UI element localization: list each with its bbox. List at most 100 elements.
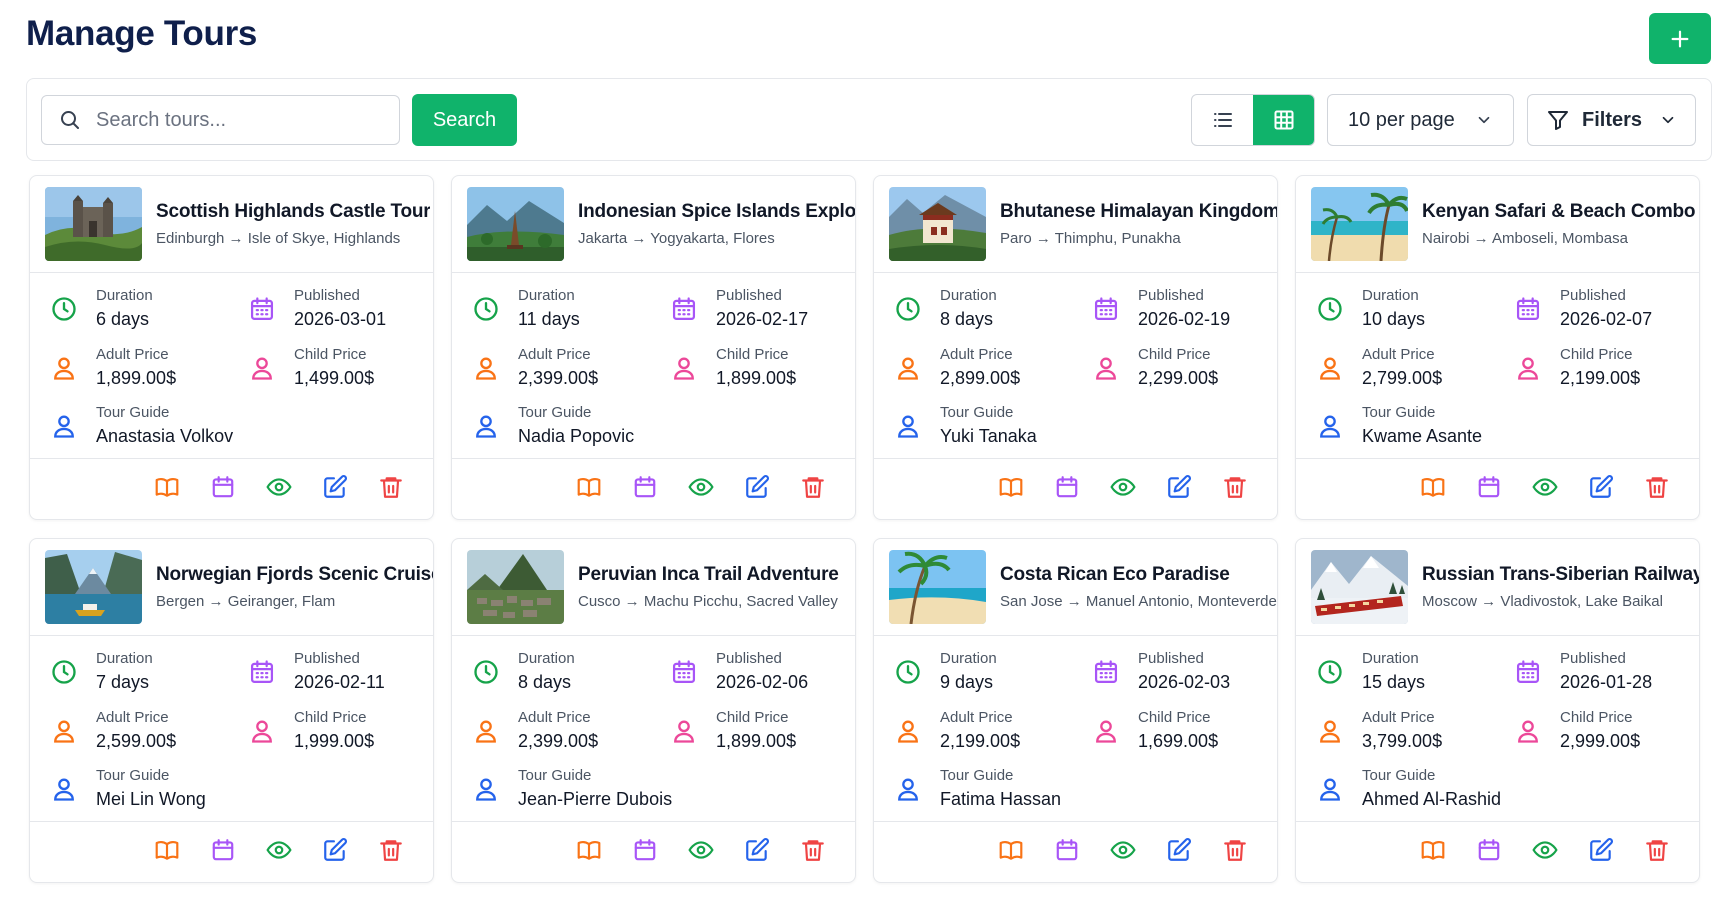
view-button[interactable] [1531, 838, 1559, 866]
tour-title[interactable]: Scottish Highlands Castle Tour [156, 201, 430, 223]
tour-card-details: Duration 8 days Published 2026-02-19 Adult… [874, 273, 1277, 459]
filters-button[interactable]: Filters [1527, 94, 1696, 146]
delete-button[interactable] [799, 838, 827, 866]
delete-button[interactable] [799, 475, 827, 503]
tour-guide-label: Tour Guide [1362, 404, 1436, 421]
view-button[interactable] [1109, 475, 1137, 503]
itinerary-button[interactable] [153, 838, 181, 866]
delete-button[interactable] [377, 475, 405, 503]
child-price-value: 1,899.00$ [716, 731, 797, 751]
tour-title[interactable]: Norwegian Fjords Scenic Cruise [156, 564, 433, 586]
book-open-icon [1420, 474, 1446, 505]
book-open-icon [154, 474, 180, 505]
tour-card-actions [1296, 459, 1699, 519]
published-field: Published 2026-02-17 [670, 287, 808, 330]
tour-card: Norwegian Fjords Scenic Cruise Bergen → … [29, 538, 434, 883]
toolbar: Search 10 per page Filters [26, 78, 1712, 161]
child-price-field: Child Price 2,999.00$ [1514, 709, 1640, 752]
itinerary-button[interactable] [575, 475, 603, 503]
schedule-button[interactable] [1475, 475, 1503, 503]
child-price-field: Child Price 1,899.00$ [670, 709, 796, 752]
duration-field: Duration 8 days [472, 650, 575, 693]
schedule-button[interactable] [1053, 475, 1081, 503]
page-title: Manage Tours [26, 14, 258, 53]
view-button[interactable] [687, 838, 715, 866]
edit-button[interactable] [321, 837, 349, 866]
trash-icon [1222, 837, 1248, 868]
calendar-icon [670, 658, 698, 686]
edit-button[interactable] [321, 474, 349, 503]
tour-title[interactable]: Russian Trans-Siberian Railway [1422, 564, 1699, 586]
schedule-button[interactable] [209, 838, 237, 866]
itinerary-button[interactable] [1419, 475, 1447, 503]
tour-title[interactable]: Peruvian Inca Trail Adventure [578, 564, 839, 586]
calendar-icon [248, 295, 276, 323]
user-icon [894, 412, 922, 440]
edit-button[interactable] [743, 474, 771, 503]
edit-icon [1166, 474, 1192, 505]
published-value: 2026-01-28 [1560, 672, 1653, 692]
edit-button[interactable] [1165, 837, 1193, 866]
clock-icon [1316, 295, 1344, 323]
tour-guide-value: Nadia Popovic [518, 426, 635, 446]
duration-field: Duration 6 days [50, 287, 153, 330]
user-icon [670, 717, 698, 745]
tour-title[interactable]: Costa Rican Eco Paradise [1000, 564, 1277, 586]
list-view-button[interactable] [1192, 95, 1253, 145]
view-button[interactable] [265, 475, 293, 503]
delete-button[interactable] [1643, 475, 1671, 503]
tour-title[interactable]: Indonesian Spice Islands Explorer [578, 201, 855, 223]
tour-guide-value: Yuki Tanaka [940, 426, 1037, 446]
adult-price-field: Adult Price 2,599.00$ [50, 709, 176, 752]
adult-price-label: Adult Price [1362, 346, 1435, 363]
trash-icon [378, 837, 404, 868]
adult-price-value: 2,399.00$ [518, 731, 599, 751]
edit-button[interactable] [1165, 474, 1193, 505]
published-field: Published 2026-02-19 [1092, 287, 1230, 330]
view-button[interactable] [1531, 475, 1559, 503]
itinerary-button[interactable] [1419, 838, 1447, 866]
itinerary-button[interactable] [153, 475, 181, 503]
user-icon [1316, 775, 1344, 803]
tour-card-header: Scottish Highlands Castle Tour Edinburgh… [30, 176, 433, 273]
clock-icon [1316, 658, 1344, 686]
search-input[interactable] [96, 108, 376, 132]
adult-price-value: 2,599.00$ [96, 731, 177, 751]
edit-button[interactable] [743, 837, 771, 866]
delete-button[interactable] [377, 838, 405, 866]
schedule-button[interactable] [1475, 838, 1503, 866]
calendar-icon [210, 837, 236, 868]
itinerary-button[interactable] [997, 838, 1025, 866]
tour-title[interactable]: Kenyan Safari & Beach Combo [1422, 201, 1695, 223]
tour-title[interactable]: Bhutanese Himalayan Kingdom [1000, 201, 1277, 223]
itinerary-button[interactable] [997, 475, 1025, 503]
view-button[interactable] [1109, 838, 1137, 866]
published-label: Published [716, 650, 782, 667]
view-button[interactable] [265, 838, 293, 866]
delete-button[interactable] [1643, 838, 1671, 866]
tour-guide-field: Tour Guide Yuki Tanaka [894, 404, 1037, 447]
adult-price-value: 1,899.00$ [96, 368, 177, 388]
view-button[interactable] [687, 475, 715, 503]
delete-button[interactable] [1221, 838, 1249, 866]
adult-price-label: Adult Price [96, 709, 169, 726]
schedule-button[interactable] [631, 838, 659, 866]
add-tour-button[interactable] [1649, 13, 1711, 64]
child-price-value: 1,699.00$ [1138, 731, 1219, 751]
schedule-button[interactable] [1053, 838, 1081, 866]
schedule-button[interactable] [209, 475, 237, 503]
itinerary-button[interactable] [575, 838, 603, 866]
calendar-icon [1092, 658, 1120, 686]
delete-button[interactable] [1221, 475, 1249, 503]
calendar-icon [670, 295, 698, 323]
grid-view-button[interactable] [1253, 95, 1314, 145]
edit-button[interactable] [1587, 837, 1615, 866]
search-button[interactable]: Search [412, 94, 517, 146]
edit-button[interactable] [1587, 474, 1615, 503]
per-page-select[interactable]: 10 per page [1327, 94, 1514, 146]
adult-price-field: Adult Price 2,399.00$ [472, 346, 598, 389]
tour-card-header: Peruvian Inca Trail Adventure Cusco → Ma… [452, 539, 855, 636]
eye-icon [1532, 837, 1558, 868]
schedule-button[interactable] [631, 475, 659, 503]
tour-guide-value: Jean-Pierre Dubois [518, 789, 673, 809]
